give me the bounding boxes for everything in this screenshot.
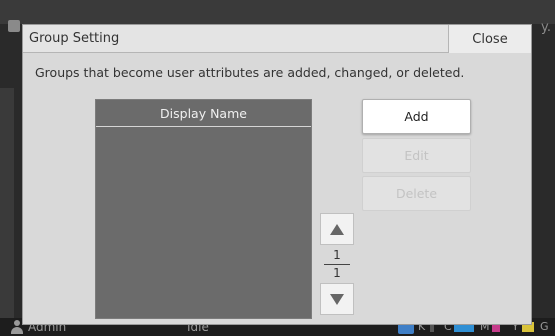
dialog-message: Groups that become user attributes are a… [35, 65, 465, 80]
dialog-titlebar: Group Setting Close [23, 25, 531, 53]
background-overflow-text: y. [541, 20, 551, 35]
ink-label-g: G [540, 320, 549, 333]
page-divider [324, 264, 350, 265]
add-button[interactable]: Add [362, 99, 471, 134]
background-header [0, 0, 555, 24]
list-header-display-name: Display Name [96, 100, 311, 127]
dialog-title: Group Setting [29, 31, 120, 46]
page-up-button[interactable] [320, 213, 354, 245]
page-total: 1 [333, 266, 341, 280]
edit-button[interactable]: Edit [362, 138, 471, 173]
arrow-down-icon [330, 293, 344, 305]
page-down-button[interactable] [320, 283, 354, 315]
background-panel [0, 88, 14, 318]
page-current: 1 [333, 248, 341, 262]
close-button[interactable]: Close [448, 25, 531, 53]
group-setting-dialog: Group Setting Close Groups that become u… [22, 24, 532, 325]
arrow-up-icon [330, 223, 344, 235]
delete-button[interactable]: Delete [362, 176, 471, 211]
group-list[interactable]: Display Name [95, 99, 312, 319]
home-icon [8, 20, 20, 32]
